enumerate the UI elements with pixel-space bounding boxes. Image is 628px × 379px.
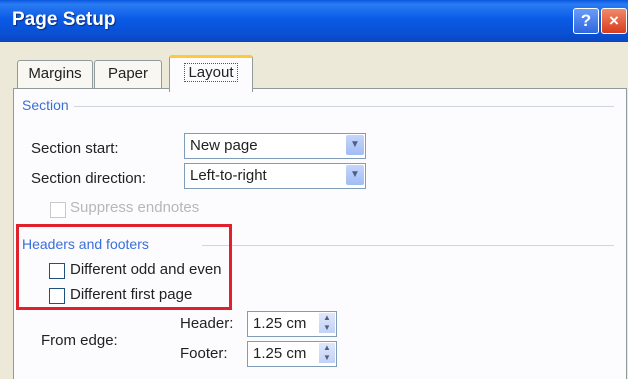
close-button[interactable]: × [601,8,627,34]
tab-paper[interactable]: Paper [94,60,162,89]
header-distance-label: Header: [180,315,234,332]
page-setup-dialog: Page Setup ? × Margins Paper Layout Sect… [0,0,628,379]
title-bar[interactable]: Page Setup ? × [0,0,628,42]
from-edge-label: From edge: [41,332,118,349]
section-start-select[interactable]: New page ▼ [184,133,366,159]
chevron-down-icon[interactable]: ▼ [346,165,364,185]
header-distance-value: 1.25 cm [253,315,307,332]
footer-distance-value: 1.25 cm [253,345,307,362]
suppress-endnotes-label: Suppress endnotes [70,199,200,216]
spin-arrows-icon[interactable]: ▲ ▼ [319,313,335,333]
spin-arrows-icon[interactable]: ▲ ▼ [319,343,335,363]
chevron-down-icon[interactable]: ▼ [346,135,364,155]
tab-layout[interactable]: Layout [169,55,253,92]
tab-layout-label: Layout [184,63,238,82]
close-icon: × [609,11,619,30]
headers-footers-divider [202,245,614,246]
suppress-endnotes-checkbox [50,202,66,218]
section-divider [74,106,614,107]
section-group-title: Section [22,97,69,113]
section-direction-value: Left-to-right [190,167,267,184]
dialog-title: Page Setup [12,9,116,30]
footer-distance-label: Footer: [180,345,228,362]
footer-distance-input[interactable]: 1.25 cm ▲ ▼ [247,341,337,367]
section-direction-label: Section direction: [31,170,147,187]
highlight-box [16,224,232,310]
section-start-value: New page [190,137,258,154]
section-start-label: Section start: [31,140,119,157]
help-button[interactable]: ? [573,8,599,34]
section-direction-select[interactable]: Left-to-right ▼ [184,163,366,189]
header-distance-input[interactable]: 1.25 cm ▲ ▼ [247,311,337,337]
question-icon: ? [580,11,592,30]
tab-margins[interactable]: Margins [17,60,93,89]
